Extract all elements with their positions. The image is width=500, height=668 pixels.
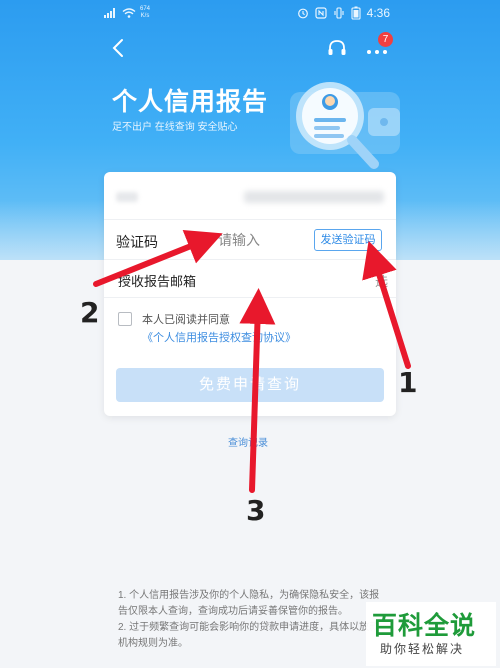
step-number-1: 1 — [398, 366, 418, 399]
clock: 4:36 — [366, 6, 390, 20]
verification-code-row: 验证码 发送验证码 — [104, 220, 396, 260]
apply-query-button[interactable]: 免费申请查询 — [116, 368, 384, 402]
masked-label — [116, 192, 138, 202]
notes: 1. 个人信用报告涉及你的个人隐私，为确保隐私安全，该报告仅限本人查询，查询成功… — [118, 588, 386, 652]
customer-service-icon[interactable] — [326, 38, 348, 60]
step-number-3: 3 — [246, 494, 266, 527]
send-code-button[interactable]: 发送验证码 — [314, 229, 382, 251]
speed-unit: K/s — [140, 13, 150, 19]
status-left: 674 K/s — [104, 6, 150, 20]
agree-prefix: 本人已阅读并同意 — [142, 314, 230, 326]
alarm-icon — [297, 8, 308, 19]
code-label: 验证码 — [116, 234, 158, 250]
status-right: 4:36 — [297, 6, 390, 20]
query-history-link[interactable]: 查询记录 — [228, 434, 268, 449]
email-select[interactable]: 选 — [375, 271, 388, 290]
agreement-text: 本人已阅读并同意 《个人信用报告授权查询协议》 — [142, 311, 382, 347]
phone-row — [104, 172, 396, 220]
page-subtitle: 足不出户 在线查询 安全贴心 — [112, 122, 238, 133]
note-2: 2. 过于频繁查询可能会影响你的贷款申请进度，具体以放款机构规则为准。 — [118, 622, 380, 649]
watermark-title: 百科全说 — [372, 612, 477, 640]
message-badge: 7 — [378, 32, 393, 47]
note-1: 1. 个人信用报告涉及你的个人隐私，为确保隐私安全，该报告仅限本人查询，查询成功… — [118, 590, 380, 617]
credit-report-page: 674 K/s 4:36 7 个人信用报告 足不出户 在线查询 安全贴心 验证码… — [0, 0, 500, 668]
agree-checkbox[interactable] — [118, 312, 132, 326]
watermark-logo: 百科全说 助你轻松解决 — [366, 602, 496, 666]
network-speed: 674 K/s — [140, 6, 150, 20]
watermark-subtitle: 助你轻松解决 — [380, 642, 465, 656]
nfc-icon — [315, 7, 327, 19]
signal-icon — [104, 8, 115, 18]
agreement-row: 本人已阅读并同意 《个人信用报告授权查询协议》 — [104, 298, 396, 358]
agreement-link[interactable]: 《个人信用报告授权查询协议》 — [142, 332, 296, 344]
battery-icon — [351, 6, 361, 20]
wifi-icon — [122, 8, 136, 18]
email-row[interactable]: 授收报告邮箱 选 — [104, 260, 396, 298]
status-bar: 674 K/s 4:36 — [0, 0, 500, 28]
page-title: 个人信用报告 — [112, 88, 269, 116]
code-input[interactable] — [218, 228, 308, 252]
vibrate-icon — [334, 7, 344, 19]
speed-value: 674 — [140, 6, 151, 12]
back-arrow-icon[interactable] — [108, 36, 130, 60]
credit-report-illustration — [290, 82, 400, 169]
masked-phone-number — [244, 191, 384, 203]
step-number-2: 2 — [80, 296, 100, 329]
email-label: 授收报告邮箱 — [118, 274, 197, 289]
query-form-card: 验证码 发送验证码 授收报告邮箱 选 本人已阅读并同意 《个人信用报告授权查询协… — [104, 172, 396, 416]
